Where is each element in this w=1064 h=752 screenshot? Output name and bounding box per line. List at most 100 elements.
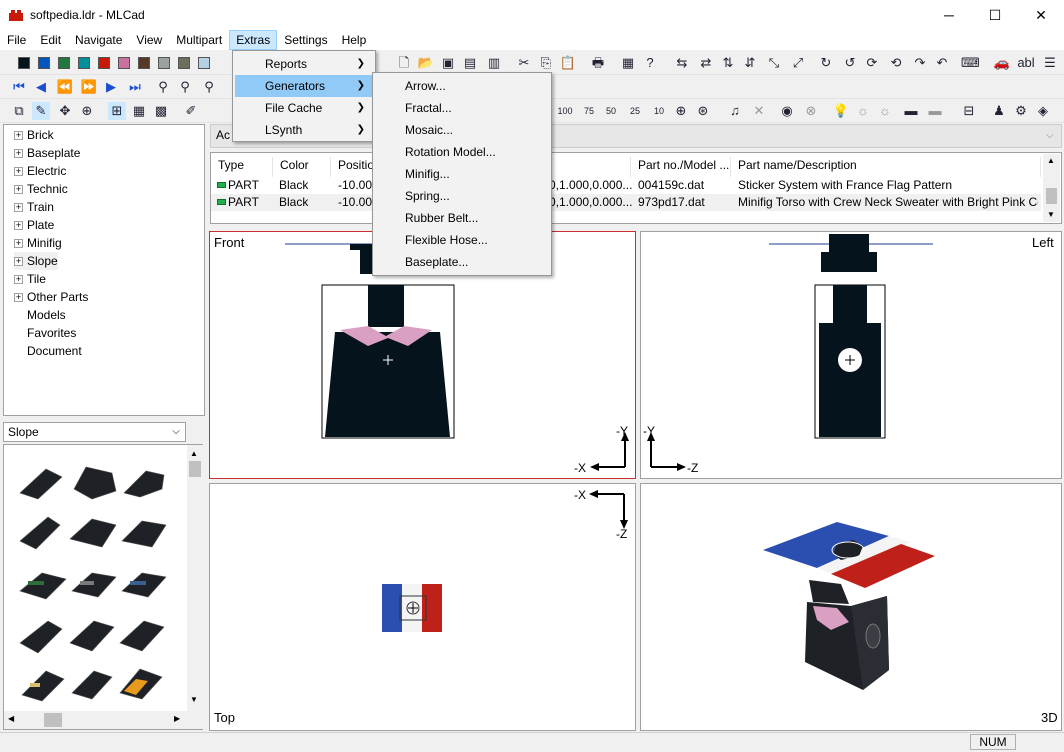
- top-view[interactable]: Top -X -Z: [209, 483, 636, 731]
- new-file-icon[interactable]: 🗋: [395, 54, 413, 72]
- scroll-thumb[interactable]: [189, 461, 201, 477]
- zoom-25-icon[interactable]: 25: [626, 102, 644, 120]
- select-icon[interactable]: ⧉: [10, 102, 28, 120]
- find-icon[interactable]: ⚲: [154, 78, 172, 96]
- expand-icon[interactable]: +: [14, 167, 23, 177]
- expand-icon[interactable]: +: [14, 131, 23, 141]
- menu-item-generators[interactable]: Generators ❯: [235, 75, 373, 97]
- color-swatch-green[interactable]: [58, 57, 70, 69]
- open-folder-icon[interactable]: 📂: [417, 54, 435, 72]
- scroll-up-icon[interactable]: ▲: [1047, 156, 1055, 165]
- menu-settings[interactable]: Settings: [277, 30, 334, 50]
- replace-icon[interactable]: ⚲: [200, 78, 218, 96]
- expand-icon[interactable]: +: [14, 221, 23, 231]
- menu-item-spring[interactable]: Spring...: [375, 185, 549, 207]
- scroll-down-icon[interactable]: ▼: [190, 695, 198, 704]
- color-swatch-lightblue[interactable]: [198, 57, 210, 69]
- expand-icon[interactable]: +: [14, 257, 23, 267]
- tree-item-other-parts[interactable]: + Other Parts: [14, 288, 88, 306]
- zoom-in-icon[interactable]: ⊕: [672, 102, 690, 120]
- plate-icon[interactable]: ▬: [902, 102, 920, 120]
- next-step-icon[interactable]: ▶: [102, 78, 120, 96]
- column-color[interactable]: Color: [273, 157, 331, 177]
- menu-help[interactable]: Help: [335, 30, 374, 50]
- column-type[interactable]: Type: [211, 157, 273, 177]
- print-icon[interactable]: 🖶: [589, 54, 607, 72]
- grid-icon[interactable]: ▦: [130, 102, 148, 120]
- chevron-down-icon[interactable]: ⌵: [168, 424, 184, 440]
- menu-extras[interactable]: Extras: [229, 30, 278, 50]
- move-x2-icon[interactable]: ⇄: [697, 54, 715, 72]
- move-z-icon[interactable]: ⤡: [765, 54, 783, 72]
- menu-item-file-cache[interactable]: File Cache ❯: [235, 97, 373, 119]
- maximize-button[interactable]: ☐: [972, 0, 1018, 30]
- menu-item-arrow[interactable]: Arrow...: [375, 75, 549, 97]
- keyboard-icon[interactable]: ⌨: [961, 54, 980, 72]
- thumbs-scrollbar[interactable]: ▲ ▼: [187, 445, 203, 729]
- zoom-100-icon[interactable]: 100: [556, 102, 574, 120]
- save-icon[interactable]: ▣: [439, 54, 457, 72]
- rewind-icon[interactable]: ⏪: [56, 78, 74, 96]
- properties-icon[interactable]: ▦: [619, 54, 637, 72]
- rotate-x2-icon[interactable]: ↺: [841, 54, 859, 72]
- column-part-no[interactable]: Part no./Model ...: [631, 157, 731, 177]
- menu-file[interactable]: File: [0, 30, 33, 50]
- zoom-50-icon[interactable]: 50: [602, 102, 620, 120]
- chevron-down-icon[interactable]: ⌵: [1046, 130, 1054, 141]
- rotate-y-icon[interactable]: ⟳: [863, 54, 881, 72]
- gear-icon[interactable]: ⚙: [1012, 102, 1030, 120]
- color-swatch-darkgray[interactable]: [178, 57, 190, 69]
- pencil-icon[interactable]: ✐: [182, 102, 200, 120]
- slope-parts-grid[interactable]: [16, 463, 186, 703]
- cut-icon[interactable]: ✂: [515, 54, 533, 72]
- expand-icon[interactable]: +: [14, 275, 23, 285]
- scroll-right-icon[interactable]: ▶: [174, 714, 180, 723]
- tree-item-favorites[interactable]: Favorites: [14, 324, 76, 342]
- menu-edit[interactable]: Edit: [33, 30, 68, 50]
- zoom-75-icon[interactable]: 75: [580, 102, 598, 120]
- fast-forward-icon[interactable]: ⏩: [80, 78, 98, 96]
- move-y-icon[interactable]: ⇅: [719, 54, 737, 72]
- target-icon[interactable]: ◉: [778, 102, 796, 120]
- menu-multipart[interactable]: Multipart: [169, 30, 229, 50]
- expand-icon[interactable]: +: [14, 185, 23, 195]
- draw-icon[interactable]: ✎: [32, 102, 50, 120]
- zoom-fit-icon[interactable]: ⊛: [694, 102, 712, 120]
- expand-icon[interactable]: +: [14, 203, 23, 213]
- color-swatch-teal[interactable]: [78, 57, 90, 69]
- close-button[interactable]: ✕: [1018, 0, 1064, 30]
- rotate-x-icon[interactable]: ↻: [817, 54, 835, 72]
- tree-item-tile[interactable]: + Tile: [14, 270, 46, 288]
- find-next-icon[interactable]: ⚲: [176, 78, 194, 96]
- tree-item-document[interactable]: Document: [14, 342, 82, 360]
- table-row[interactable]: PART Black -10.000 0,1.000,0.000... 0041…: [211, 177, 1041, 194]
- hscroll-thumb[interactable]: [44, 713, 62, 727]
- no-target-icon[interactable]: ⊗: [802, 102, 820, 120]
- zoom-icon[interactable]: ⊕: [78, 102, 96, 120]
- menu-item-flexible-hose[interactable]: Flexible Hose...: [375, 229, 549, 251]
- expand-icon[interactable]: +: [14, 149, 23, 159]
- tree-item-baseplate[interactable]: + Baseplate: [14, 144, 80, 162]
- tree-item-plate[interactable]: + Plate: [14, 216, 54, 234]
- help-icon[interactable]: ?: [641, 54, 659, 72]
- list-icon[interactable]: ☰: [1041, 54, 1059, 72]
- move-z2-icon[interactable]: ⤢: [789, 54, 807, 72]
- expand-icon[interactable]: +: [14, 239, 23, 249]
- scroll-down-icon[interactable]: ▼: [1047, 210, 1055, 219]
- render-icon[interactable]: ◈: [1034, 102, 1052, 120]
- tools-icon[interactable]: ⊟: [960, 102, 978, 120]
- light2-icon[interactable]: ☼: [876, 102, 894, 120]
- scroll-left-icon[interactable]: ◀: [8, 714, 14, 723]
- rotate-z2-icon[interactable]: ↶: [933, 54, 951, 72]
- menu-view[interactable]: View: [129, 30, 169, 50]
- color-swatch-pink[interactable]: [118, 57, 130, 69]
- scroll-thumb[interactable]: [1046, 188, 1057, 204]
- column-description[interactable]: Part name/Description: [731, 157, 1041, 177]
- left-view[interactable]: Left -Y -Z: [640, 231, 1062, 479]
- menu-item-fractal[interactable]: Fractal...: [375, 97, 549, 119]
- menu-navigate[interactable]: Navigate: [68, 30, 129, 50]
- tree-item-slope[interactable]: + Slope: [14, 252, 58, 270]
- menu-item-rubber-belt[interactable]: Rubber Belt...: [375, 207, 549, 229]
- tree-item-minifig[interactable]: + Minifig: [14, 234, 62, 252]
- move-icon[interactable]: ✥: [56, 102, 74, 120]
